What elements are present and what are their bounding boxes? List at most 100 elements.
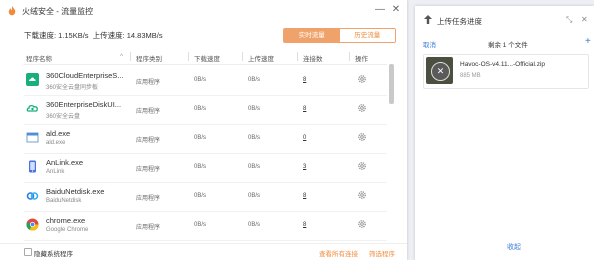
download-speed: 0B/s [194, 135, 207, 141]
view-all-connections-link[interactable]: 查看所有连接 [319, 248, 358, 258]
connection-count-link[interactable]: 3 [303, 164, 306, 170]
gear-icon[interactable] [357, 103, 367, 113]
file-name: Havoc-OS-v4.11...-Official.zip [460, 61, 546, 68]
upload-speed: 0B/s [248, 164, 261, 170]
collapse-button[interactable]: 收起 [507, 242, 521, 252]
column-download-speed[interactable]: 下载速度 [194, 53, 220, 63]
column-upload-speed[interactable]: 上传速度 [248, 53, 274, 63]
speed-summary: 下载速度: 1.15KB/s 上传速度: 14.83MB/s [24, 30, 165, 41]
download-speed: 0B/s [194, 164, 207, 170]
traffic-tabs: 实时流量 历史流量 [283, 28, 396, 43]
upload-speed: 0B/s [248, 106, 261, 112]
download-speed: 0B/s [194, 77, 207, 83]
cancel-upload-icon[interactable]: ✕ [431, 62, 450, 81]
program-description: BaiduNetdisk [46, 198, 82, 204]
table-row[interactable]: 360CloudEnterpriseS... 360安全云盘同步板 应用程序 0… [24, 66, 387, 96]
program-category: 应用程序 [136, 109, 161, 115]
hide-system-checkbox[interactable] [24, 248, 32, 256]
connection-count-link[interactable]: 0 [303, 135, 306, 141]
column-program-category[interactable]: 程序类别 [136, 53, 162, 63]
upload-progress-window: 上传任务进度 ⤡ ✕ 取消 剩余 1 个文件 + ✕ Havoc-OS-v4.1… [415, 6, 594, 260]
program-description: ald.exe [46, 140, 66, 146]
program-name: AnLink.exe [46, 158, 84, 167]
remaining-files-text: 剩余 1 个文件 [488, 42, 528, 49]
column-divider [242, 52, 243, 61]
connection-count-link[interactable]: 8 [303, 222, 306, 228]
program-name: chrome.exe [46, 216, 86, 225]
minimize-button[interactable]: — [374, 4, 386, 16]
upload-arrow-icon [424, 15, 432, 24]
program-category: 应用程序 [136, 138, 161, 144]
upload-speed: 0B/s [248, 222, 261, 228]
window-title: 火绒安全 - 流量监控 [22, 7, 94, 16]
column-divider [349, 52, 350, 61]
shrink-icon[interactable]: ⤡ [566, 15, 572, 25]
table-row[interactable]: ald.exe ald.exe 应用程序 0B/s 0B/s 0 [24, 124, 387, 154]
download-speed: 0B/s [194, 222, 207, 228]
exe-file-icon [26, 132, 39, 143]
program-name: 360EnterpriseDiskUI... [46, 100, 122, 109]
close-button[interactable]: ✕ [581, 15, 588, 24]
chrome-icon [26, 218, 39, 231]
upload-speed: 0B/s [248, 193, 261, 199]
connection-count-link[interactable]: 8 [303, 77, 306, 83]
column-divider [188, 52, 189, 61]
gear-icon[interactable] [357, 74, 367, 84]
program-description: 360安全云盘同步板 [46, 85, 99, 91]
huorong-logo-icon [8, 6, 16, 16]
gear-icon[interactable] [357, 190, 367, 200]
program-name: 360CloudEnterpriseS... [46, 71, 124, 80]
table-row[interactable]: AnLink.exe AnLink 应用程序 0B/s 0B/s 3 [24, 153, 387, 183]
file-size: 885 MB [460, 73, 481, 79]
program-category: 应用程序 [136, 196, 161, 202]
column-actions: 操作 [355, 56, 368, 63]
program-category: 应用程序 [136, 225, 161, 231]
gear-icon[interactable] [357, 219, 367, 229]
hide-system-label[interactable]: 隐藏系统程序 [34, 248, 73, 258]
table-row[interactable]: BaiduNetdisk.exe BaiduNetdisk 应用程序 0B/s … [24, 182, 387, 212]
upload-file-item[interactable]: ✕ Havoc-OS-v4.11...-Official.zip 885 MB [423, 54, 589, 89]
file-thumbnail: ✕ [426, 57, 453, 84]
scrollbar-thumb[interactable] [389, 64, 394, 104]
footer-bar: 隐藏系统程序 查看所有连接 筛选程序 [0, 243, 407, 260]
program-name: BaiduNetdisk.exe [46, 187, 105, 196]
program-description: Google Chrome [46, 227, 89, 233]
connection-count-link[interactable]: 8 [303, 193, 306, 199]
table-row[interactable]: chrome.exe Google Chrome 应用程序 0B/s 0B/s … [24, 211, 387, 241]
program-category: 应用程序 [136, 167, 161, 173]
column-divider [130, 52, 131, 61]
sort-icon[interactable]: ^ [120, 53, 123, 60]
upload-speed: 0B/s [248, 135, 261, 141]
column-connections[interactable]: 连接数 [303, 53, 323, 63]
column-divider [297, 52, 298, 61]
program-description: 360安全云盘 [46, 114, 81, 120]
table-header: 程序名称 ^ 程序类别 下载速度 上传速度 连接数 操作 [24, 50, 387, 65]
upload-panel-title: 上传任务进度 [437, 17, 482, 26]
table-row[interactable]: 360EnterpriseDiskUI... 360安全云盘 应用程序 0B/s… [24, 95, 387, 125]
anlink-icon [29, 160, 36, 173]
360-cloud-icon [26, 73, 39, 86]
download-speed-value: 1.15KB/s [58, 31, 89, 40]
gear-icon[interactable] [357, 132, 367, 142]
tab-history-traffic[interactable]: 历史流量 [339, 29, 395, 42]
program-category: 应用程序 [136, 80, 161, 86]
add-file-button[interactable]: + [585, 36, 591, 47]
upload-speed-label: 上传速度: [92, 31, 125, 40]
filter-programs-link[interactable]: 筛选程序 [369, 248, 395, 258]
tab-realtime-traffic[interactable]: 实时流量 [284, 29, 340, 42]
download-speed: 0B/s [194, 193, 207, 199]
program-name: ald.exe [46, 129, 71, 138]
baidu-netdisk-icon [26, 192, 39, 200]
cancel-button[interactable]: 取消 [423, 39, 436, 49]
upload-speed-value: 14.83MB/s [126, 31, 163, 40]
connection-count-link[interactable]: 8 [303, 106, 306, 112]
upload-speed: 0B/s [248, 77, 261, 83]
download-speed: 0B/s [194, 106, 207, 112]
traffic-monitor-window: 火绒安全 - 流量监控 — ✕ 下载速度: 1.15KB/s 上传速度: 14.83… [0, 0, 407, 260]
360-cloud-icon [26, 104, 38, 112]
close-button[interactable]: ✕ [390, 4, 402, 16]
download-speed-label: 下载速度: [24, 31, 57, 40]
column-program-name[interactable]: 程序名称 [26, 53, 52, 63]
gear-icon[interactable] [357, 161, 367, 171]
program-description: AnLink [46, 169, 65, 175]
